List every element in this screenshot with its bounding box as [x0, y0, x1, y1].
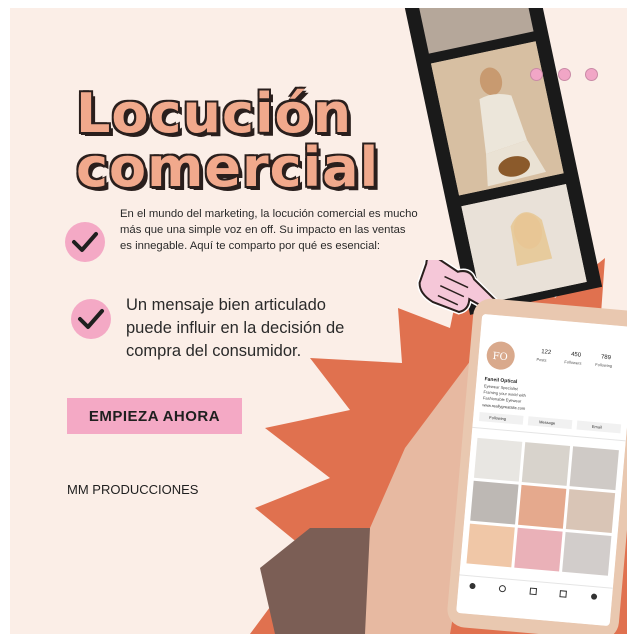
instagram-profile-mock: FO 122 450 789 Posts Followers Following…: [456, 313, 627, 627]
start-now-button[interactable]: EMPIEZA AHORA: [67, 398, 242, 434]
title-line-2: comercial: [76, 136, 380, 199]
stat-followers: 450: [571, 352, 582, 359]
canvas: Locución comercial En el mundo del marke…: [0, 0, 635, 639]
svg-text:Posts: Posts: [536, 357, 546, 363]
smartphone: FO 122 450 789 Posts Followers Following…: [445, 297, 627, 634]
decor-dot-3: [585, 68, 598, 81]
check-icon: [71, 299, 111, 339]
avatar-initials: FO: [492, 351, 508, 363]
model-photo: [430, 41, 564, 196]
stat-following: 789: [601, 354, 612, 361]
key-point-text: Un mensaje bien articulado puede influir…: [126, 296, 345, 360]
svg-text:Email: Email: [592, 424, 603, 430]
intro-text: En el mundo del marketing, la locución c…: [120, 208, 418, 252]
stat-posts: 122: [541, 349, 552, 356]
check-icon: [65, 222, 105, 262]
film-frame-2: [430, 41, 564, 196]
brand-name: MM PRODUCCIONES: [67, 482, 199, 497]
poster-panel: Locución comercial En el mundo del marke…: [10, 8, 627, 634]
phone-screen: FO 122 450 789 Posts Followers Following…: [456, 313, 627, 627]
decor-dot-1: [530, 68, 543, 81]
decor-dot-2: [558, 68, 571, 81]
